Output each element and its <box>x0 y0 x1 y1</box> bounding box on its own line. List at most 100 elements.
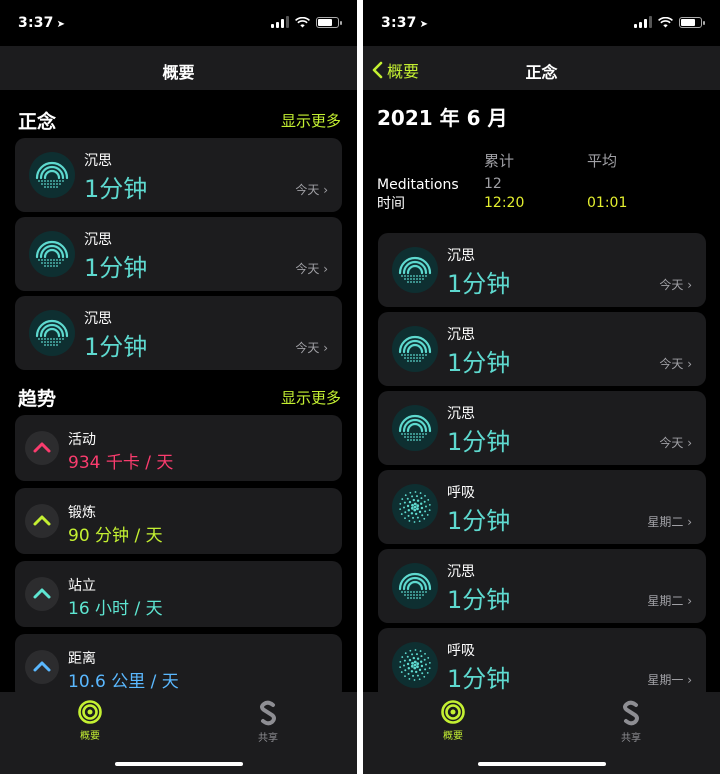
mindfulness-screen: 3:37 ➤ 概要 正念 2021 年 6 月 累计 平均 Meditations… <box>363 0 720 774</box>
tab-sharing[interactable]: 共享 <box>238 700 298 744</box>
summary-screen: 3:37 ➤ 概要 正念 显示更多 沉思 1分钟 今天 › 沉思 1分钟 今天 › 沉思 1分钟… <box>0 0 357 774</box>
location-arrow-icon: ➤ <box>419 19 429 30</box>
chevron-right-icon: › <box>687 278 692 292</box>
session-duration: 1分钟 <box>447 586 511 614</box>
session-date: 今天 › <box>659 436 692 450</box>
session-duration: 1分钟 <box>84 254 148 282</box>
session-date: 今天 › <box>295 341 328 355</box>
stats-row-label: Meditations 时间 <box>377 177 459 212</box>
cellular-signal-icon <box>271 16 289 28</box>
status-bar: 3:37 ➤ <box>0 0 357 46</box>
tab-summary[interactable]: 概要 <box>423 700 483 742</box>
nav-bar: 概要 正念 <box>363 46 720 90</box>
session-type: 沉思 <box>84 232 112 248</box>
tab-bar: 概要 共享 <box>363 692 720 774</box>
mindfulness-session-card[interactable]: 呼吸 1分钟 星期一 › <box>378 628 706 692</box>
chevron-right-icon: › <box>687 515 692 529</box>
meditation-icon <box>29 310 75 356</box>
session-duration: 1分钟 <box>447 349 511 377</box>
trend-up-icon <box>25 431 59 465</box>
chevron-right-icon: › <box>687 594 692 608</box>
activity-rings-icon <box>78 700 102 724</box>
session-type: 沉思 <box>447 248 475 264</box>
session-duration: 1分钟 <box>447 665 511 692</box>
tab-sharing[interactable]: 共享 <box>601 700 661 744</box>
tab-summary[interactable]: 概要 <box>60 700 120 742</box>
trend-value: 90 分钟 / 天 <box>68 526 163 546</box>
session-date: 星期二 › <box>647 515 692 529</box>
home-indicator <box>114 762 243 766</box>
chevron-right-icon: › <box>323 262 328 276</box>
show-more-trends-link[interactable]: 显示更多 <box>281 387 341 408</box>
trend-card[interactable]: 距离 10.6 公里 / 天 <box>15 634 342 692</box>
average-column-header: 平均 <box>587 152 618 170</box>
total-column-header: 累计 <box>484 152 515 170</box>
session-duration: 1分钟 <box>447 428 511 456</box>
mindfulness-session-card[interactable]: 沉思 1分钟 今天 › <box>378 312 706 386</box>
session-type: 沉思 <box>84 311 112 327</box>
show-more-mindfulness-link[interactable]: 显示更多 <box>281 110 341 131</box>
trend-up-icon <box>25 577 59 611</box>
trend-value: 16 小时 / 天 <box>68 599 163 619</box>
status-time: 3:37 ➤ <box>18 15 66 31</box>
meditation-icon <box>29 231 75 277</box>
page-title: 正念 <box>525 63 558 82</box>
average-time: 01:01 <box>587 195 628 211</box>
section-title: 趋势 <box>18 387 57 410</box>
session-duration: 1分钟 <box>84 333 148 361</box>
session-date: 今天 › <box>295 183 328 197</box>
trend-value: 10.6 公里 / 天 <box>68 672 179 692</box>
mindfulness-session-card[interactable]: 沉思 1分钟 今天 › <box>15 138 342 212</box>
chevron-right-icon: › <box>323 183 328 197</box>
session-type: 沉思 <box>447 327 475 343</box>
sharing-icon <box>623 700 639 726</box>
trend-label: 站立 <box>68 578 96 594</box>
session-type: 沉思 <box>447 564 475 580</box>
meditation-icon <box>392 405 438 451</box>
session-type: 沉思 <box>84 153 112 169</box>
battery-icon <box>316 16 342 28</box>
trend-label: 活动 <box>68 432 96 448</box>
wifi-icon <box>295 16 310 27</box>
breathe-icon <box>392 484 438 530</box>
nav-bar: 概要 <box>0 46 357 90</box>
mindfulness-session-card[interactable]: 沉思 1分钟 今天 › <box>378 391 706 465</box>
session-duration: 1分钟 <box>84 175 148 203</box>
trend-card[interactable]: 活动 934 千卡 / 天 <box>15 415 342 481</box>
trend-card[interactable]: 锻炼 90 分钟 / 天 <box>15 488 342 554</box>
summary-content[interactable]: 正念 显示更多 沉思 1分钟 今天 › 沉思 1分钟 今天 › 沉思 1分钟 今天 › 趋势 显… <box>0 90 357 692</box>
mindfulness-session-card[interactable]: 沉思 1分钟 今天 › <box>378 233 706 307</box>
session-type: 呼吸 <box>447 643 475 659</box>
mindfulness-session-card[interactable]: 沉思 1分钟 星期二 › <box>378 549 706 623</box>
trend-label: 距离 <box>68 651 96 667</box>
section-title: 正念 <box>18 110 57 133</box>
total-time: 12:20 <box>484 195 525 211</box>
tab-bar: 概要 共享 <box>0 692 357 774</box>
location-arrow-icon: ➤ <box>56 19 66 30</box>
session-date: 今天 › <box>659 357 692 371</box>
session-type: 呼吸 <box>447 485 475 501</box>
sharing-icon <box>260 700 276 726</box>
status-bar: 3:37 ➤ <box>363 0 720 46</box>
total-count: 12 <box>484 176 502 192</box>
mindfulness-stats: 累计 平均 Meditations 时间 12 12:20 01:01 <box>377 148 706 218</box>
trend-card[interactable]: 站立 16 小时 / 天 <box>15 561 342 627</box>
session-date: 今天 › <box>295 262 328 276</box>
session-date: 星期一 › <box>647 673 692 687</box>
mindfulness-session-card[interactable]: 呼吸 1分钟 星期二 › <box>378 470 706 544</box>
meditation-icon <box>29 152 75 198</box>
mindfulness-session-card[interactable]: 沉思 1分钟 今天 › <box>15 296 342 370</box>
status-time: 3:37 ➤ <box>381 15 429 31</box>
chevron-right-icon: › <box>687 357 692 371</box>
cellular-signal-icon <box>634 16 652 28</box>
activity-rings-icon <box>441 700 465 724</box>
session-date: 今天 › <box>659 278 692 292</box>
meditation-icon <box>392 326 438 372</box>
chevron-right-icon: › <box>323 341 328 355</box>
mindfulness-content[interactable]: 2021 年 6 月 累计 平均 Meditations 时间 12 12:20… <box>363 90 720 692</box>
month-title: 2021 年 6 月 <box>377 106 508 130</box>
battery-icon <box>679 16 705 28</box>
session-type: 沉思 <box>447 406 475 422</box>
mindfulness-section-header: 正念 显示更多 <box>18 107 341 133</box>
mindfulness-session-card[interactable]: 沉思 1分钟 今天 › <box>15 217 342 291</box>
